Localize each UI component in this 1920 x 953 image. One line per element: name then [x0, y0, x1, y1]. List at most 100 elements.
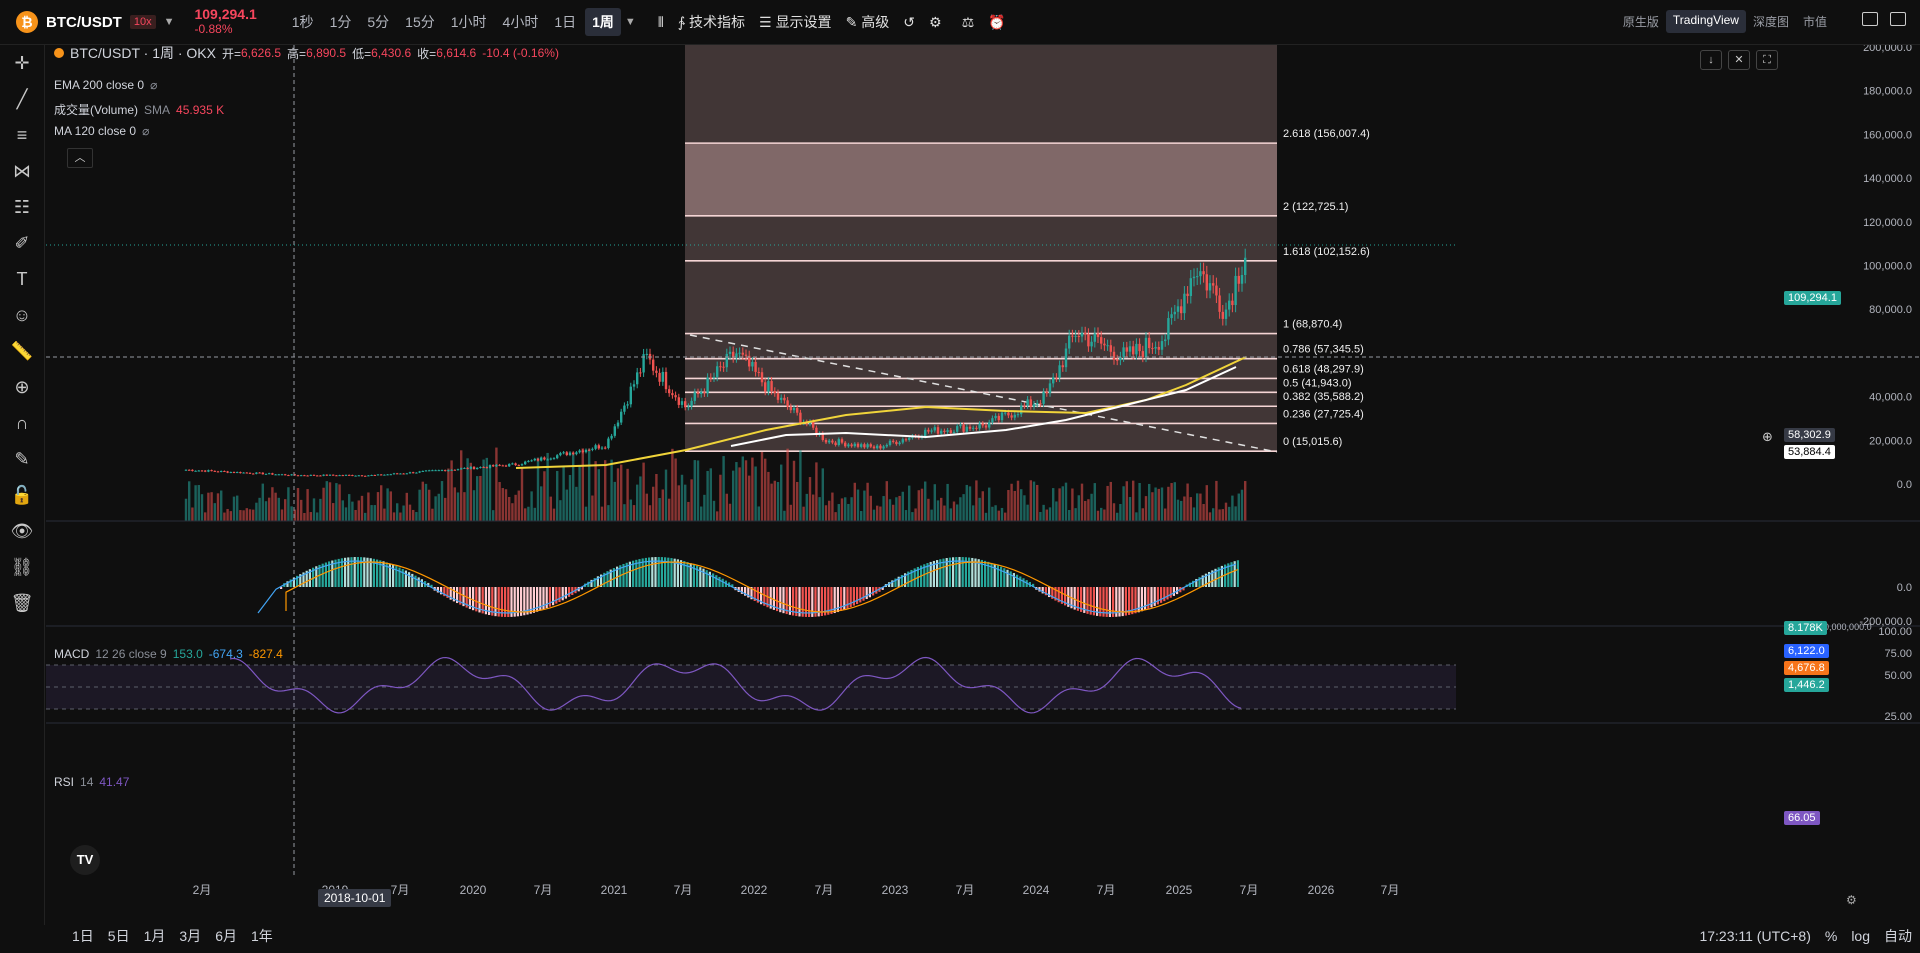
ruler-icon[interactable]: 📏: [0, 333, 44, 369]
add-alert-icon[interactable]: ⊕: [1762, 429, 1773, 445]
candle-type-icon[interactable]: ⫴: [658, 14, 664, 31]
tab-native[interactable]: 原生版: [1616, 10, 1666, 33]
macd-histogram-bar: [705, 570, 708, 587]
volume-bar: [402, 505, 405, 521]
tf-1d[interactable]: 1日: [547, 8, 583, 36]
text-tool-icon[interactable]: T: [0, 261, 44, 297]
tab-tradingview[interactable]: TradingView: [1665, 10, 1746, 33]
volume-bar: [776, 481, 780, 521]
auto-toggle[interactable]: 自动: [1884, 926, 1912, 946]
tf-1s[interactable]: 1秒: [285, 8, 321, 36]
scale-icon[interactable]: ⚖: [962, 14, 975, 31]
volume-bar: [284, 499, 287, 521]
fib-tool-icon[interactable]: ☷: [0, 189, 44, 225]
candle-body: [661, 371, 664, 382]
volume-bar: [1048, 507, 1052, 521]
range-6m[interactable]: 6月: [215, 926, 237, 946]
hide-icon[interactable]: ⌀: [150, 78, 157, 92]
hide-icon[interactable]: ⌀: [142, 124, 149, 138]
range-1d[interactable]: 1日: [72, 926, 94, 946]
settings-gear-icon[interactable]: ⚙: [1846, 893, 1857, 907]
symbol-name[interactable]: BTC/USDT: [46, 14, 122, 31]
candle-body: [300, 475, 303, 477]
display-settings-button[interactable]: ☰ 显示设置: [759, 12, 832, 32]
undo-icon[interactable]: ↺: [903, 14, 915, 31]
link-icon[interactable]: ⛓: [0, 549, 44, 585]
emoji-icon[interactable]: ☺: [0, 297, 44, 333]
window-icon[interactable]: [1862, 12, 1878, 26]
range-3m[interactable]: 3月: [179, 926, 201, 946]
advanced-button[interactable]: ✎ 高级: [846, 12, 890, 32]
trash-icon[interactable]: 🗑: [0, 585, 44, 621]
eye-icon[interactable]: 👁: [0, 513, 44, 549]
edit-lock-icon[interactable]: ✎: [0, 441, 44, 477]
volume-bar: [696, 460, 700, 521]
tf-5m[interactable]: 5分: [360, 8, 396, 36]
candle-body: [1144, 337, 1148, 358]
candle-body: [405, 473, 408, 475]
volume-bar: [943, 505, 946, 521]
candle-body: [664, 371, 668, 390]
chevron-down-icon[interactable]: ▼: [164, 16, 175, 28]
leverage-badge: 10x: [129, 15, 156, 29]
tf-1h[interactable]: 1小时: [444, 8, 494, 36]
crosshair-icon[interactable]: ✛: [0, 45, 44, 81]
volume-bar: [770, 483, 773, 521]
candle-body: [472, 466, 476, 470]
alert-add-icon[interactable]: ⏰: [988, 14, 1005, 31]
volume-bar: [821, 468, 824, 521]
volume-bar: [437, 493, 440, 521]
fullscreen-icon[interactable]: [1890, 12, 1906, 26]
collapse-legend-button[interactable]: ︿: [67, 148, 93, 168]
candle-body: [968, 426, 972, 429]
indicators-button[interactable]: ∱ 技术指标: [678, 12, 745, 32]
tab-depth[interactable]: 深度图: [1746, 10, 1796, 33]
candle-body: [258, 472, 261, 474]
range-1m[interactable]: 1月: [144, 926, 166, 946]
maximize-icon[interactable]: ⛶: [1756, 50, 1778, 70]
candle-body: [975, 427, 978, 429]
collapse-icon[interactable]: ✕: [1728, 50, 1750, 70]
macd-tag-c: 1,446.2: [1784, 678, 1829, 692]
volume-bar: [1026, 504, 1029, 521]
volume-bar: [924, 481, 927, 521]
tf-1m[interactable]: 1分: [323, 8, 359, 36]
price-chart[interactable]: 2.618 (156,007.4) 2 (122,725.1) 1.618 (102…: [46, 45, 1920, 915]
pattern-icon[interactable]: ⋈: [0, 153, 44, 189]
macd-histogram-bar: [1169, 587, 1172, 598]
lock-icon[interactable]: 🔓: [0, 477, 44, 513]
volume-bar: [290, 506, 293, 521]
tab-marketcap[interactable]: 市值: [1796, 10, 1834, 33]
tf-15m[interactable]: 15分: [398, 8, 442, 36]
candle-body: [216, 471, 220, 473]
tf-4h[interactable]: 4小时: [496, 8, 546, 36]
current-price: 109,294.1: [194, 6, 257, 22]
volume-bar: [853, 482, 856, 521]
close-value: 6,614.6: [436, 46, 477, 60]
macd-histogram-bar: [558, 587, 561, 603]
volume-bar: [680, 474, 684, 521]
percent-toggle[interactable]: %: [1825, 928, 1837, 944]
magnet-icon[interactable]: ∩: [0, 405, 44, 441]
volume-value: 45.935 K: [176, 102, 225, 117]
arrow-down-icon[interactable]: ↓: [1700, 50, 1722, 70]
candle-body: [709, 377, 712, 379]
range-5d[interactable]: 5日: [108, 926, 130, 946]
trendline-icon[interactable]: ╱: [0, 81, 44, 117]
gear-icon[interactable]: ⚙: [929, 14, 942, 31]
zoom-icon[interactable]: ⊕: [0, 369, 44, 405]
indicator-icon: ∱: [677, 13, 685, 30]
candle-body: [239, 472, 242, 474]
brush-icon[interactable]: ✐: [0, 225, 44, 261]
fib-retracement[interactable]: 2.618 (156,007.4) 2 (122,725.1) 1.618 (102…: [685, 45, 1370, 453]
volume-bar: [648, 505, 652, 521]
candle-body: [524, 461, 527, 465]
candle-body: [482, 467, 485, 469]
candle-body: [277, 474, 280, 476]
tf-1w[interactable]: 1周: [585, 8, 621, 36]
chevron-down-icon[interactable]: ▼: [625, 16, 636, 28]
horizontal-lines-icon[interactable]: ≡: [0, 117, 44, 153]
range-1y[interactable]: 1年: [251, 926, 273, 946]
candle-body: [946, 430, 949, 432]
log-toggle[interactable]: log: [1851, 928, 1870, 944]
